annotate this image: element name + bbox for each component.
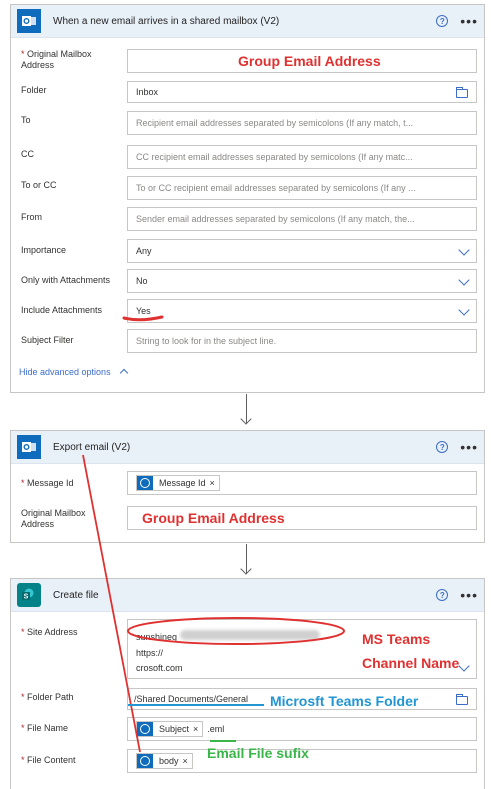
- subject-filter-placeholder: String to look for in the subject line.: [136, 336, 277, 346]
- export-title: Export email (V2): [53, 441, 131, 453]
- subject-token-label: Subject: [159, 724, 190, 734]
- annotation-teams-folder: Microsft Teams Folder: [270, 693, 419, 709]
- sharepoint-icon: S: [17, 583, 41, 607]
- svg-text:S: S: [24, 594, 29, 601]
- file-name-input[interactable]: Subject × .eml: [127, 717, 477, 741]
- help-button[interactable]: ?: [432, 585, 452, 605]
- body-token-label: body: [159, 756, 179, 766]
- hide-advanced-link[interactable]: Hide advanced options: [19, 367, 129, 378]
- outlook-icon: [137, 476, 153, 490]
- more-options-icon[interactable]: •••: [460, 588, 478, 602]
- help-button[interactable]: ?: [432, 11, 452, 31]
- subject-filter-label: Subject Filter: [21, 335, 74, 345]
- folder-label: Folder: [21, 85, 47, 95]
- question-icon: ?: [436, 15, 449, 27]
- to-input[interactable]: Recipient email addresses separated by s…: [127, 111, 477, 135]
- subject-filter-input[interactable]: String to look for in the subject line.: [127, 329, 477, 353]
- outlook-icon: [137, 722, 153, 736]
- importance-label: Importance: [21, 245, 67, 255]
- site-address-label: * Site Address: [21, 627, 78, 637]
- folder-path-value: /Shared Documents/General: [134, 694, 249, 704]
- file-content-label: * File Content: [21, 755, 76, 765]
- only-attachments-select[interactable]: No: [127, 269, 477, 293]
- cc-input[interactable]: CC recipient email addresses separated b…: [127, 145, 477, 169]
- outlook-icon: [17, 435, 41, 459]
- message-id-input[interactable]: Message Id ×: [127, 471, 477, 495]
- chevron-up-icon: [119, 368, 129, 378]
- to-placeholder: Recipient email addresses separated by s…: [136, 118, 414, 128]
- export-mailbox-label: Original Mailbox Address: [21, 508, 86, 529]
- chevron-down-icon[interactable]: [458, 274, 470, 286]
- more-options-icon[interactable]: •••: [460, 14, 478, 28]
- cc-placeholder: CC recipient email addresses separated b…: [136, 152, 413, 162]
- annotation-group-email-2: Group Email Address: [142, 510, 285, 526]
- close-icon[interactable]: ×: [183, 756, 188, 766]
- subject-token[interactable]: Subject ×: [136, 721, 204, 737]
- outlook-icon: [137, 754, 153, 768]
- from-input[interactable]: Sender email addresses separated by semi…: [127, 207, 477, 231]
- annotation-channel-name: Channel Name: [362, 655, 460, 671]
- outlook-icon: [17, 9, 41, 33]
- cc-label: CC: [21, 149, 34, 159]
- only-attachments-label: Only with Attachments: [21, 275, 111, 285]
- chevron-down-icon[interactable]: [458, 244, 470, 256]
- to-or-cc-label: To or CC: [21, 180, 57, 190]
- more-options-icon[interactable]: •••: [460, 440, 478, 454]
- annotation-email-suffix: Email File sufix: [207, 745, 309, 761]
- arrow-down-icon: [240, 563, 252, 575]
- annotation-ms-teams: MS Teams: [362, 631, 431, 647]
- export-card: Export email (V2) ? ••• * Message Id Mes…: [10, 430, 485, 543]
- hide-advanced-label: Hide advanced options: [19, 367, 111, 377]
- only-attachments-value: No: [136, 276, 148, 286]
- chevron-down-icon[interactable]: [458, 304, 470, 316]
- body-token[interactable]: body ×: [136, 753, 193, 769]
- folder-value: Inbox: [136, 87, 159, 97]
- message-id-token-label: Message Id: [159, 478, 206, 488]
- trigger-title: When a new email arrives in a shared mai…: [53, 15, 280, 27]
- importance-value: Any: [136, 246, 152, 256]
- arrow-down-icon: [240, 413, 252, 425]
- include-attachments-label: Include Attachments: [21, 305, 103, 315]
- question-icon: ?: [436, 441, 449, 453]
- to-label: To: [21, 115, 31, 125]
- folder-picker-icon[interactable]: [456, 694, 468, 705]
- message-id-label: * Message Id: [21, 478, 74, 488]
- file-name-suffix: .eml: [207, 724, 225, 734]
- original-mailbox-label: * Original Mailbox Address: [21, 49, 92, 70]
- help-button[interactable]: ?: [432, 437, 452, 457]
- from-placeholder: Sender email addresses separated by semi…: [136, 214, 415, 224]
- close-icon[interactable]: ×: [193, 724, 198, 734]
- close-icon[interactable]: ×: [210, 478, 215, 488]
- question-icon: ?: [436, 589, 449, 601]
- export-header[interactable]: Export email (V2) ? •••: [11, 431, 484, 464]
- include-attachments-value: Yes: [136, 306, 151, 316]
- to-or-cc-input[interactable]: To or CC recipient email addresses separ…: [127, 176, 477, 200]
- folder-input[interactable]: Inbox: [127, 81, 477, 103]
- create-file-title: Create file: [53, 589, 99, 601]
- annotation-group-email-1: Group Email Address: [238, 53, 381, 69]
- create-file-header[interactable]: S Create file ? •••: [11, 579, 484, 612]
- to-or-cc-placeholder: To or CC recipient email addresses separ…: [136, 183, 416, 193]
- trigger-header[interactable]: When a new email arrives in a shared mai…: [11, 5, 484, 38]
- include-attachments-select[interactable]: Yes: [127, 299, 477, 323]
- importance-select[interactable]: Any: [127, 239, 477, 263]
- message-id-token[interactable]: Message Id ×: [136, 475, 220, 491]
- folder-picker-icon[interactable]: [456, 87, 468, 98]
- file-name-label: * File Name: [21, 723, 69, 733]
- from-label: From: [21, 212, 42, 222]
- folder-path-label: * Folder Path: [21, 692, 74, 702]
